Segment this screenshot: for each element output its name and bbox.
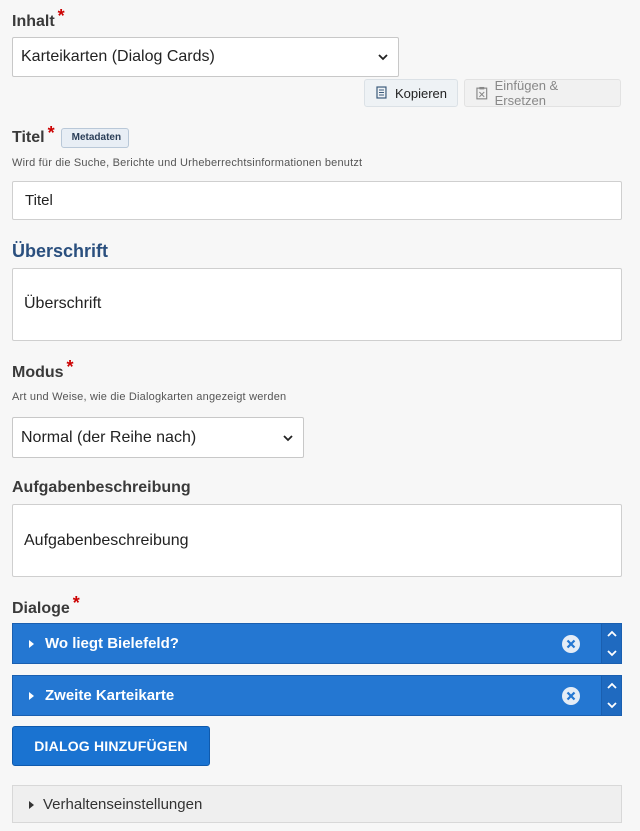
modus-selected-value: Normal (der Reihe nach): [21, 428, 197, 446]
aufgabe-editor[interactable]: Aufgabenbeschreibung: [12, 504, 622, 577]
copy-icon: [376, 86, 387, 99]
dialog-item-title: Zweite Karteikarte: [45, 687, 175, 704]
required-marker: *: [47, 123, 55, 143]
titel-input-value: Titel: [25, 192, 53, 209]
required-marker: *: [66, 357, 74, 377]
dialog-item[interactable]: Wo liegt Bielefeld?: [12, 623, 622, 664]
remove-icon[interactable]: [561, 686, 581, 706]
modus-label-text: Modus: [12, 364, 64, 381]
ueberschrift-label: Überschrift: [12, 241, 109, 261]
move-down-icon[interactable]: [606, 649, 617, 657]
add-dialog-button-label: DIALOG HINZUFÜGEN: [34, 738, 188, 754]
ueberschrift-editor-value: Überschrift: [24, 295, 102, 312]
paste-replace-button[interactable]: Einfügen & Ersetzen: [464, 78, 621, 108]
paste-button-label: Einfügen & Ersetzen: [494, 78, 559, 108]
dialog-item-title: Wo liegt Bielefeld?: [45, 635, 179, 652]
inhalt-select[interactable]: Karteikarten (Dialog Cards): [12, 37, 399, 77]
remove-icon[interactable]: [561, 634, 581, 654]
titel-description: Wird für die Suche, Berichte und Urheber…: [12, 157, 363, 169]
aufgabe-editor-value: Aufgabenbeschreibung: [24, 532, 189, 549]
titel-input[interactable]: Titel: [12, 181, 622, 220]
add-dialog-button[interactable]: DIALOG HINZUFÜGEN: [12, 726, 210, 766]
inhalt-label: Inhalt *: [12, 6, 65, 31]
modus-label: Modus *: [12, 357, 74, 382]
behaviour-settings-toggle[interactable]: Verhaltenseinstellungen: [12, 785, 622, 823]
dialoge-label: Dialoge *: [12, 593, 80, 618]
metadata-tag[interactable]: Metadaten: [60, 127, 130, 148]
modus-description: Art und Weise, wie die Dialogkarten ange…: [12, 391, 287, 403]
copy-button[interactable]: Kopieren: [364, 79, 458, 107]
titel-label-text: Titel: [12, 128, 45, 146]
expand-arrow-icon[interactable]: [28, 639, 36, 648]
expand-arrow-icon: [29, 801, 34, 809]
dialoge-label-text: Dialoge: [12, 600, 70, 617]
chevron-down-icon: [378, 54, 388, 61]
move-down-icon[interactable]: [606, 701, 617, 709]
inhalt-selected-value: Karteikarten (Dialog Cards): [21, 48, 215, 65]
move-up-icon[interactable]: [606, 682, 617, 690]
reorder-controls: [601, 676, 621, 715]
reorder-controls: [601, 624, 621, 663]
move-up-icon[interactable]: [606, 630, 617, 638]
dialog-item[interactable]: Zweite Karteikarte: [12, 675, 622, 716]
aufgabe-label: Aufgabenbeschreibung: [12, 479, 191, 496]
required-marker: *: [72, 593, 80, 613]
expand-arrow-icon[interactable]: [28, 691, 36, 700]
behaviour-settings-label: Verhaltenseinstellungen: [43, 795, 203, 813]
chevron-down-icon: [283, 434, 293, 441]
inhalt-label-text: Inhalt: [12, 13, 55, 30]
ueberschrift-editor[interactable]: Überschrift: [12, 268, 622, 341]
required-marker: *: [57, 6, 65, 26]
paste-icon: [476, 86, 488, 100]
copy-button-label: Kopieren: [394, 85, 447, 101]
titel-label: Titel * Metadaten: [12, 123, 130, 148]
modus-select[interactable]: Normal (der Reihe nach): [12, 417, 304, 458]
